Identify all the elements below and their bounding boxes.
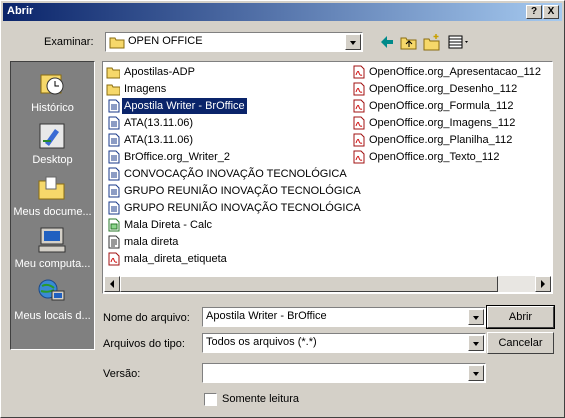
pdf-icon [353,65,365,79]
writer-doc-icon [108,133,120,147]
filetype-label: Arquivos do tipo: [103,338,185,350]
file-name: OpenOffice.org_Planilha_112 [369,134,513,146]
help-button[interactable]: ? [526,5,542,19]
file-name: OpenOffice.org_Formula_112 [369,100,514,112]
file-list[interactable]: Apostilas-ADP Imagens Apostila Writer - Br… [102,61,553,294]
version-select[interactable] [202,363,486,383]
place-label: Desktop [32,154,73,166]
scroll-left-button[interactable] [104,276,120,292]
filetype-value: Todos os arquivos (*.*) [206,336,317,348]
my-documents-icon [38,176,65,200]
folder-icon [106,84,120,96]
file-name: OpenOffice.org_Apresentacao_112 [369,66,542,78]
chevron-down-icon[interactable] [468,365,484,381]
pdf-icon [353,116,365,130]
place-meu-computador[interactable]: Meu computa... [11,222,94,272]
file-name: Mala Direta - Calc [124,219,213,231]
writer-doc-icon [108,116,120,130]
scroll-thumb[interactable] [120,276,498,292]
place-meus-locais-de-rede[interactable]: Meus locais d... [11,274,94,324]
file-name: mala_direta_etiqueta [124,253,227,265]
file-name: ATA(13.11.06) [124,117,194,129]
file-name: Imagens [124,83,167,95]
folder-icon [106,67,120,79]
places-bar: Histórico Desktop Meus docume... Meu com… [10,61,95,350]
file-name: GRUPO REUNIÃO INOVAÇÃO TECNOLÓGICA [124,185,361,197]
chevron-down-icon[interactable] [468,309,484,325]
file-name: Apostila Writer - BrOffice [122,98,247,114]
close-button[interactable]: X [543,5,559,19]
file-name: OpenOffice.org_Imagens_112 [369,117,516,129]
writer-doc-icon [108,201,120,215]
file-name: OpenOffice.org_Texto_112 [369,151,500,163]
network-places-icon [38,279,65,301]
file-name: ATA(13.11.06) [124,134,194,146]
my-computer-icon [38,227,66,253]
scroll-right-button[interactable] [535,276,551,292]
filename-value: Apostila Writer - BrOffice [206,310,327,322]
desktop-icon [39,123,65,149]
writer-doc-icon [108,99,120,113]
readonly-checkbox[interactable] [204,393,217,406]
look-in-combo[interactable]: OPEN OFFICE [105,32,363,52]
place-historico[interactable]: Histórico [11,66,94,116]
dialog-title: Abrir [7,5,34,17]
up-folder-icon[interactable] [400,33,418,51]
writer-doc-icon [108,150,120,164]
readonly-label: Somente leitura [222,393,300,405]
arrow-right-icon [541,280,545,288]
filename-input[interactable]: Apostila Writer - BrOffice [202,307,486,327]
title-bar: Abrir ? X [3,3,562,21]
version-label: Versão: [103,368,141,380]
folder-icon [109,37,125,49]
look-in-label: Examinar: [44,36,94,48]
filename-label: Nome do arquivo: [103,312,190,324]
file-name: mala direta [124,236,179,248]
arrow-left-icon [110,280,114,288]
writer-doc-icon [108,167,120,181]
text-doc-icon [108,235,120,249]
writer-doc-icon [108,184,120,198]
place-label: Meus docume... [13,206,92,218]
open-dialog: Abrir ? X Examinar: OPEN OFFICE Históric… [0,0,565,418]
chevron-down-icon[interactable] [468,335,484,351]
calc-doc-icon [108,218,120,232]
new-folder-icon[interactable] [423,33,441,51]
place-label: Meu computa... [14,258,91,270]
filetype-select[interactable]: Todos os arquivos (*.*) [202,333,486,353]
file-name: GRUPO REUNIÃO INOVAÇÃO TECNOLÓGICA [124,202,361,214]
look-in-value: OPEN OFFICE [128,35,203,47]
pdf-icon [353,150,365,164]
history-icon [40,74,64,95]
horizontal-scrollbar[interactable] [104,276,551,292]
cancel-button[interactable]: Cancelar [487,332,554,354]
back-arrow-icon[interactable] [378,33,396,51]
file-name: BrOffice.org_Writer_2 [124,151,230,163]
pdf-icon [353,82,365,96]
pdf-icon [108,252,120,266]
pdf-icon [353,99,365,113]
place-desktop[interactable]: Desktop [11,118,94,168]
place-meus-documentos[interactable]: Meus docume... [11,170,94,220]
place-label: Histórico [31,102,74,114]
view-menu-icon[interactable] [447,33,471,51]
file-name: Apostilas-ADP [124,66,195,78]
file-name: OpenOffice.org_Desenho_112 [369,83,518,95]
chevron-down-icon[interactable] [345,34,361,50]
place-label: Meus locais d... [14,310,91,322]
file-name: CONVOCAÇÃO INOVAÇÃO TECNOLÓGICA [124,168,347,180]
pdf-icon [353,133,365,147]
open-button[interactable]: Abrir [486,305,555,329]
